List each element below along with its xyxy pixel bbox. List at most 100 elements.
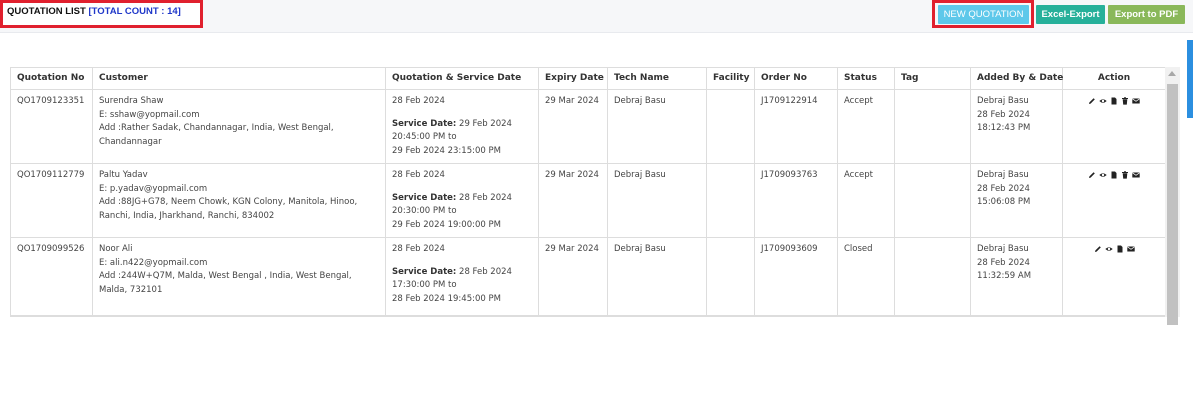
added-by: Debraj Basu — [977, 244, 1029, 254]
envelope-icon[interactable] — [1132, 171, 1140, 179]
file-icon[interactable] — [1110, 97, 1118, 105]
customer-address: Add :Rather Sadak, Chandannagar, India, … — [99, 123, 334, 147]
export-pdf-button[interactable]: Export to PDF — [1108, 5, 1185, 24]
added-date: 28 Feb 2024 — [977, 257, 1030, 268]
cell-tech-name: Debraj Basu — [607, 89, 707, 164]
scrollbar-thumb[interactable] — [1167, 84, 1178, 325]
trash-icon[interactable] — [1121, 97, 1129, 105]
cell-expiry-date: 29 Mar 2024 — [538, 163, 608, 238]
table-scrollbar[interactable] — [1165, 67, 1180, 325]
pencil-icon[interactable] — [1088, 97, 1096, 105]
file-icon[interactable] — [1110, 171, 1118, 179]
customer-address: Add :244W+Q7M, Malda, West Bengal , Indi… — [99, 271, 352, 295]
service-date-label: Service Date: — [392, 266, 457, 277]
pencil-icon[interactable] — [1094, 245, 1102, 253]
trash-icon[interactable] — [1121, 171, 1129, 179]
added-date: 28 Feb 2024 — [977, 183, 1030, 194]
added-date: 28 Feb 2024 — [977, 109, 1030, 120]
cell-status: Accept — [837, 89, 895, 164]
col-status[interactable]: Status — [837, 67, 895, 90]
quotation-table-container: Quotation No Customer Quotation & Servic… — [10, 67, 1180, 317]
cell-customer: Paltu Yadav E: p.yadav@yopmail.com Add :… — [92, 163, 386, 238]
service-date: 29 Feb 2024 — [459, 118, 512, 129]
col-tech-name[interactable]: Tech Name — [607, 67, 707, 90]
col-action: Action — [1062, 67, 1166, 90]
cell-facility — [706, 163, 755, 238]
cell-quotation-service-date: 28 Feb 2024 Service Date: 28 Feb 2024 17… — [385, 237, 539, 316]
cell-tag — [894, 237, 971, 316]
service-time-from: 20:30:00 PM to — [392, 206, 457, 216]
scroll-up-arrow-icon[interactable] — [1168, 71, 1176, 76]
page-title: QUOTATION LIST [TOTAL COUNT : 14] — [0, 0, 203, 28]
col-facility[interactable]: Facility — [706, 67, 755, 90]
cell-facility — [706, 89, 755, 164]
eye-icon[interactable] — [1104, 245, 1113, 253]
table-header-row: Quotation No Customer Quotation & Servic… — [10, 67, 1166, 90]
side-scroll-accent — [1187, 40, 1193, 118]
cell-tag — [894, 163, 971, 238]
cell-customer: Noor Ali E: ali.n422@yopmail.com Add :24… — [92, 237, 386, 316]
col-quotation-service-date[interactable]: Quotation & Service Date — [385, 67, 539, 90]
quotation-date: 28 Feb 2024 — [392, 170, 445, 180]
cell-expiry-date: 29 Mar 2024 — [538, 237, 608, 316]
cell-added-by-date: Debraj Basu 28 Feb 2024 18:12:43 PM — [970, 89, 1063, 164]
col-order-no[interactable]: Order No — [754, 67, 838, 90]
cell-quotation-service-date: 28 Feb 2024 Service Date: 28 Feb 2024 20… — [385, 163, 539, 238]
cell-actions — [1062, 163, 1166, 238]
table-row: QO1709112779 Paltu Yadav E: p.yadav@yopm… — [10, 163, 1166, 238]
envelope-icon[interactable] — [1126, 245, 1135, 253]
added-time: 11:32:59 AM — [977, 271, 1032, 281]
total-count: [TOTAL COUNT : 14] — [88, 6, 181, 17]
added-by: Debraj Basu — [977, 96, 1029, 106]
cell-tag — [894, 89, 971, 164]
cell-order-no: J1709122914 — [754, 89, 838, 164]
quotation-date: 28 Feb 2024 — [392, 244, 445, 254]
cell-quotation-service-date: 28 Feb 2024 Service Date: 29 Feb 2024 20… — [385, 89, 539, 164]
customer-email: E: p.yadav@yopmail.com — [99, 183, 208, 194]
col-expiry-date[interactable]: Expiry Date — [538, 67, 608, 90]
quotation-date: 28 Feb 2024 — [392, 96, 445, 106]
cell-added-by-date: Debraj Basu 28 Feb 2024 15:06:08 PM — [970, 163, 1063, 238]
cell-tech-name: Debraj Basu — [607, 237, 707, 316]
col-added-by-date[interactable]: Added By & Date — [970, 67, 1063, 90]
cell-expiry-date: 29 Mar 2024 — [538, 89, 608, 164]
cell-quotation-no: QO1709112779 — [10, 163, 93, 238]
service-time-to: 28 Feb 2024 19:45:00 PM — [392, 293, 501, 304]
service-time-to: 29 Feb 2024 23:15:00 PM — [392, 145, 501, 156]
cell-actions — [1062, 89, 1166, 164]
customer-name: Noor Ali — [99, 244, 133, 254]
cell-actions — [1062, 237, 1166, 316]
added-time: 15:06:08 PM — [977, 197, 1031, 207]
col-customer[interactable]: Customer — [92, 67, 386, 90]
added-time: 18:12:43 PM — [977, 123, 1031, 133]
col-tag[interactable]: Tag — [894, 67, 971, 90]
service-date-label: Service Date: — [392, 118, 457, 129]
cell-quotation-no: QO1709123351 — [10, 89, 93, 164]
service-date: 28 Feb 2024 — [459, 266, 512, 277]
table-row: QO1709099526 Noor Ali E: ali.n422@yopmai… — [10, 237, 1166, 316]
eye-icon[interactable] — [1099, 97, 1107, 105]
quotation-table: Quotation No Customer Quotation & Servic… — [10, 67, 1166, 316]
service-time-to: 29 Feb 2024 19:00:00 PM — [392, 219, 501, 230]
excel-export-button[interactable]: Excel-Export — [1036, 5, 1105, 24]
pencil-icon[interactable] — [1088, 171, 1096, 179]
cell-added-by-date: Debraj Basu 28 Feb 2024 11:32:59 AM — [970, 237, 1063, 316]
customer-name: Surendra Shaw — [99, 96, 164, 106]
service-time-from: 17:30:00 PM to — [392, 280, 457, 290]
service-time-from: 20:45:00 PM to — [392, 132, 457, 142]
file-icon[interactable] — [1116, 245, 1124, 253]
envelope-icon[interactable] — [1132, 97, 1140, 105]
col-quotation-no[interactable]: Quotation No — [10, 67, 93, 90]
cell-status: Closed — [837, 237, 895, 316]
eye-icon[interactable] — [1099, 171, 1107, 179]
cell-facility — [706, 237, 755, 316]
cell-quotation-no: QO1709099526 — [10, 237, 93, 316]
cell-tech-name: Debraj Basu — [607, 163, 707, 238]
cell-status: Accept — [837, 163, 895, 238]
customer-email: E: sshaw@yopmail.com — [99, 109, 200, 120]
cell-order-no: J1709093763 — [754, 163, 838, 238]
cell-customer: Surendra Shaw E: sshaw@yopmail.com Add :… — [92, 89, 386, 164]
table-row: QO1709123351 Surendra Shaw E: sshaw@yopm… — [10, 89, 1166, 164]
customer-email: E: ali.n422@yopmail.com — [99, 257, 208, 268]
new-quotation-button[interactable]: NEW QUOTATION — [938, 5, 1029, 24]
